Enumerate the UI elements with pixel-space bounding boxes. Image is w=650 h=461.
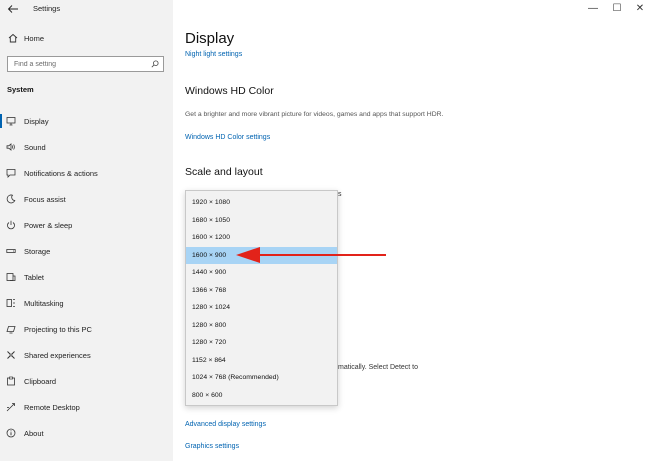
detect-description-fragment: matically. Select Detect to [338, 364, 419, 371]
shared-icon [7, 351, 15, 359]
sidebar-item-label: Multitasking [24, 299, 64, 308]
search-input[interactable] [8, 57, 148, 71]
home-icon [8, 33, 18, 43]
resolution-option[interactable]: 1366 × 768 [186, 282, 337, 299]
hd-color-description: Get a brighter and more vibrant picture … [185, 111, 444, 118]
speaker-icon [6, 143, 15, 151]
graphics-settings-link[interactable]: Graphics settings [185, 443, 239, 450]
sidebar-item-notifications[interactable]: Notifications & actions [0, 162, 173, 184]
hd-color-heading: Windows HD Color [185, 85, 274, 97]
sidebar-item-focus-assist[interactable]: Focus assist [0, 188, 173, 210]
sidebar-item-label: Storage [24, 247, 51, 256]
resolution-option[interactable]: 1440 × 900 [186, 264, 337, 281]
sidebar-item-label: Focus assist [24, 195, 66, 204]
clipboard-icon [7, 376, 15, 386]
night-light-settings-link[interactable]: Night light settings [185, 51, 242, 58]
sidebar: Home System Display Sound Notifications … [0, 0, 173, 461]
arrow-left-icon [7, 5, 18, 13]
sidebar-item-label: Tablet [24, 273, 45, 282]
sidebar-item-projecting[interactable]: Projecting to this PC [0, 318, 173, 340]
sidebar-item-multitasking[interactable]: Multitasking [0, 292, 173, 314]
storage-icon [6, 249, 16, 253]
resolution-option[interactable]: 1024 × 768 (Recommended) [186, 369, 337, 386]
sidebar-item-label: Projecting to this PC [24, 325, 92, 334]
resolution-option[interactable]: 1280 × 800 [186, 317, 337, 334]
resolution-option[interactable]: 1280 × 1024 [186, 299, 337, 316]
projector-icon [6, 326, 16, 334]
notification-icon [6, 169, 16, 178]
resolution-option[interactable]: 1152 × 864 [186, 352, 337, 369]
search-icon[interactable] [151, 60, 159, 68]
resolution-option-selected[interactable]: 1600 × 900 [186, 246, 337, 264]
sidebar-item-label: Notifications & actions [24, 169, 98, 178]
sidebar-item-display[interactable]: Display [0, 110, 173, 132]
selection-indicator [0, 114, 2, 128]
sidebar-item-clipboard[interactable]: Clipboard [0, 370, 173, 392]
info-icon [6, 428, 16, 438]
search-box[interactable] [7, 56, 164, 72]
sidebar-item-label: Power & sleep [24, 221, 73, 230]
resolution-option[interactable]: 1600 × 1200 [186, 229, 337, 246]
sidebar-item-tablet[interactable]: Tablet [0, 266, 173, 288]
resolution-option[interactable]: 1920 × 1080 [186, 194, 337, 211]
sidebar-item-storage[interactable]: Storage [0, 240, 173, 262]
sidebar-item-about[interactable]: About [0, 422, 173, 444]
resolution-option[interactable]: 1280 × 720 [186, 334, 337, 351]
remote-icon [6, 403, 15, 412]
obscured-text-fragment: s [338, 191, 342, 198]
page-title: Display [185, 30, 235, 47]
advanced-display-settings-link[interactable]: Advanced display settings [185, 421, 266, 428]
sidebar-item-label: Sound [24, 143, 46, 152]
tablet-icon [6, 273, 16, 281]
resolution-option[interactable]: 800 × 600 [186, 387, 337, 404]
back-button[interactable] [6, 2, 20, 16]
app-title: Settings [33, 4, 61, 13]
power-icon [7, 220, 15, 230]
home-label: Home [24, 34, 45, 43]
sidebar-item-remote-desktop[interactable]: Remote Desktop [0, 396, 173, 418]
sidebar-item-label: Shared experiences [24, 351, 91, 360]
sidebar-item-label: About [24, 429, 44, 438]
sidebar-item-label: Clipboard [24, 377, 57, 386]
moon-icon [6, 194, 16, 204]
sidebar-item-label: Display [24, 117, 49, 126]
section-title: System [7, 85, 34, 94]
sidebar-item-shared-experiences[interactable]: Shared experiences [0, 344, 173, 366]
scale-layout-heading: Scale and layout [185, 166, 263, 178]
monitor-icon [6, 117, 16, 126]
resolution-option[interactable]: 1680 × 1050 [186, 212, 337, 229]
resolution-dropdown[interactable]: 1920 × 1080 1680 × 1050 1600 × 1200 1600… [185, 190, 338, 406]
sidebar-item-power-sleep[interactable]: Power & sleep [0, 214, 173, 236]
multitasking-icon [6, 299, 15, 307]
sidebar-item-label: Remote Desktop [24, 403, 80, 412]
sidebar-item-sound[interactable]: Sound [0, 136, 173, 158]
hd-color-settings-link[interactable]: Windows HD Color settings [185, 134, 270, 141]
sidebar-home[interactable]: Home [0, 30, 173, 48]
